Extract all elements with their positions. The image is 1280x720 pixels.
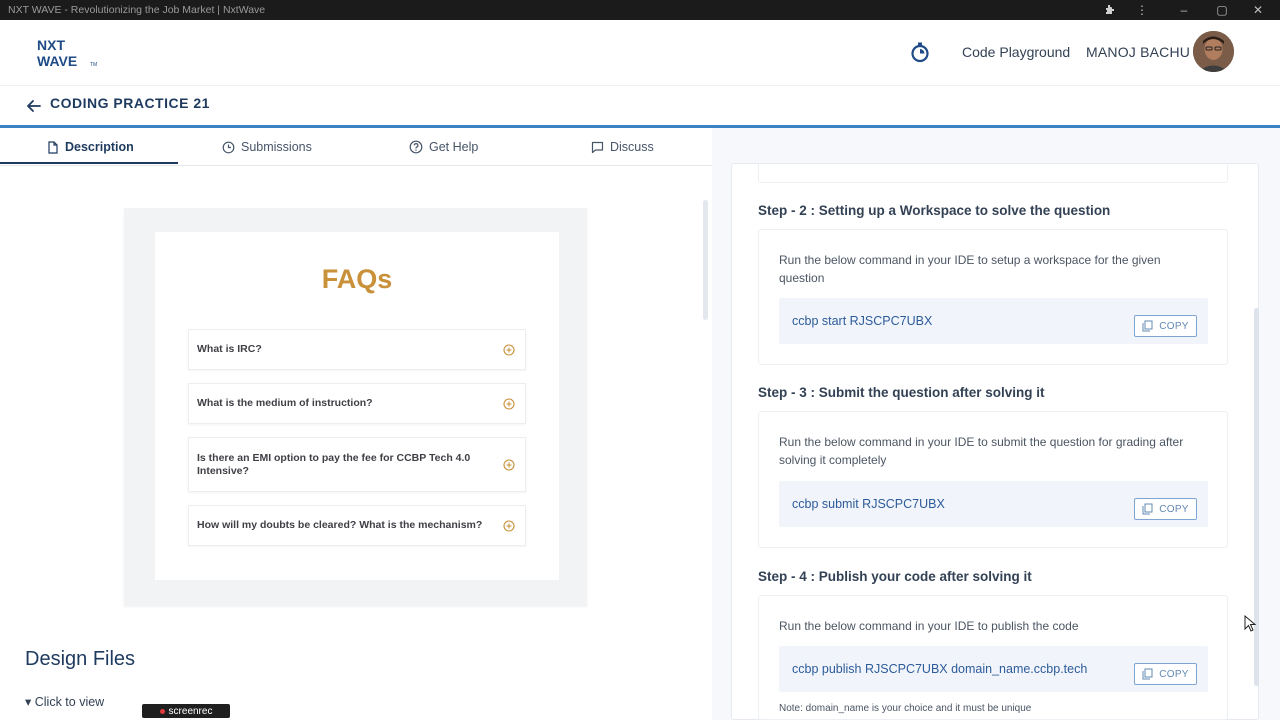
app-header: NXT WAVE TM Code Playground MANOJ BACHU — [0, 20, 1280, 86]
tab-label: Discuss — [610, 140, 654, 154]
faq-question: How will my doubts be cleared? What is t… — [197, 519, 483, 531]
tab-label: Description — [65, 140, 134, 154]
click-to-view-toggle[interactable]: ▾ Click to view — [25, 694, 104, 709]
copy-icon — [1142, 503, 1153, 515]
tab-discuss[interactable]: Discuss — [591, 128, 654, 166]
copy-button[interactable]: COPY — [1134, 315, 1197, 337]
record-dot-icon — [159, 708, 165, 714]
copy-label: COPY — [1159, 320, 1189, 332]
faq-item: What is the medium of instruction? — [188, 383, 526, 424]
clock-icon — [222, 141, 235, 153]
description-scrollbar[interactable] — [703, 200, 708, 320]
step-description: Run the below command in your IDE to sub… — [779, 435, 1184, 467]
step-title: Step - 2 : Setting up a Workspace to sol… — [758, 203, 1111, 218]
document-icon — [48, 140, 58, 154]
faq-question: What is IRC? — [197, 343, 262, 355]
copy-icon — [1142, 320, 1153, 332]
step-description: Run the below command in your IDE to set… — [779, 253, 1161, 285]
tab-label: Get Help — [429, 140, 479, 154]
faq-item: How will my doubts be cleared? What is t… — [188, 505, 526, 546]
copy-label: COPY — [1159, 668, 1189, 680]
domain-note: Note: domain_name is your choice and it … — [779, 703, 1032, 714]
step-description: Run the below command in your IDE to pub… — [779, 619, 1079, 633]
copy-button[interactable]: COPY — [1134, 663, 1197, 685]
faq-item: Is there an EMI option to pay the fee fo… — [188, 437, 526, 492]
plus-circle-icon — [503, 519, 515, 532]
svg-text:TM: TM — [90, 62, 97, 68]
avatar[interactable] — [1193, 31, 1234, 72]
step-box — [758, 411, 1228, 548]
command-text: ccbp submit RJSCPC7UBX — [792, 497, 945, 511]
copy-label: COPY — [1159, 503, 1189, 515]
close-window-icon[interactable]: ✕ — [1244, 0, 1272, 20]
tab-get-help[interactable]: Get Help — [409, 128, 478, 166]
previous-step-box — [758, 163, 1228, 183]
chat-icon — [591, 141, 604, 153]
active-tab-indicator — [0, 162, 178, 164]
plus-circle-icon — [503, 458, 515, 471]
tab-label: Submissions — [241, 140, 312, 154]
code-playground-link[interactable]: Code Playground — [962, 44, 1070, 60]
restore-icon[interactable]: ▢ — [1208, 0, 1236, 20]
stopwatch-icon[interactable] — [908, 40, 932, 64]
svg-text:WAVE: WAVE — [37, 53, 77, 69]
mouse-cursor-icon — [1244, 615, 1257, 632]
extensions-icon[interactable] — [1096, 0, 1124, 20]
step-title: Step - 3 : Submit the question after sol… — [758, 385, 1045, 400]
nxtwave-logo[interactable]: NXT WAVE TM — [36, 36, 116, 72]
plus-circle-icon — [503, 397, 515, 410]
screenrec-label: screenrec — [168, 705, 213, 717]
step-title: Step - 4 : Publish your code after solvi… — [758, 569, 1032, 584]
tab-description[interactable]: Description — [47, 128, 134, 166]
plus-circle-icon — [503, 343, 515, 356]
command-text: ccbp publish RJSCPC7UBX domain_name.ccbp… — [792, 662, 1088, 676]
more-menu-icon[interactable]: ⋮ — [1128, 0, 1156, 20]
design-files-heading: Design Files — [25, 648, 136, 670]
minimize-icon[interactable]: – — [1170, 0, 1198, 20]
tab-submissions[interactable]: Submissions — [222, 128, 312, 166]
window-title: NXT WAVE - Revolutionizing the Job Marke… — [8, 4, 266, 16]
help-circle-icon — [409, 140, 423, 154]
faq-question: What is the medium of instruction? — [197, 397, 373, 409]
command-text: ccbp start RJSCPC7UBX — [792, 314, 933, 328]
faq-title: FAQs — [321, 264, 393, 294]
page-title: CODING PRACTICE 21 — [50, 95, 210, 111]
svg-text:NXT: NXT — [37, 37, 65, 53]
tab-bar: Description Submissions Get Help Discuss — [0, 128, 712, 166]
browser-title-bar: NXT WAVE - Revolutionizing the Job Marke… — [0, 0, 1280, 20]
back-arrow-icon[interactable] — [24, 96, 42, 114]
practice-subheader: CODING PRACTICE 21 — [0, 86, 1280, 126]
user-name[interactable]: MANOJ BACHU — [1086, 44, 1190, 60]
copy-icon — [1142, 668, 1153, 680]
step-box — [758, 229, 1228, 365]
screenrec-overlay[interactable]: screenrec — [142, 704, 230, 718]
copy-button[interactable]: COPY — [1134, 498, 1197, 520]
faq-item: What is IRC? — [188, 329, 526, 370]
faq-question: Is there an EMI option to pay the fee fo… — [197, 451, 471, 477]
